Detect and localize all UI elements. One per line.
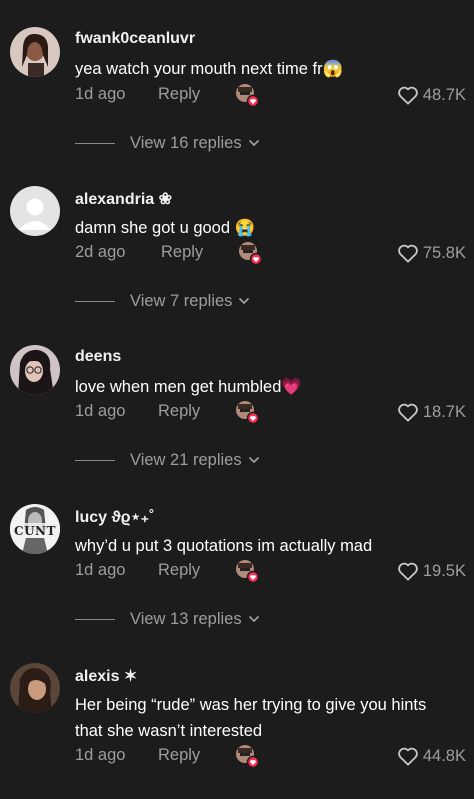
comment-username[interactable]: fwank0ceanluvr <box>75 30 195 48</box>
comment-meta: 1d ago Reply 44.8K <box>75 744 470 769</box>
like-button[interactable]: 18.7K <box>397 400 466 424</box>
creator-liked-badge-icon <box>235 83 260 108</box>
comment-meta: 1d ago Reply 19.5K <box>75 559 470 584</box>
like-button[interactable]: 19.5K <box>397 559 466 583</box>
reply-button[interactable]: Reply <box>158 402 200 421</box>
avatar-photo: CUNT <box>10 504 60 554</box>
comment-text: love when men get humbled💗 <box>75 378 302 396</box>
user-avatar[interactable] <box>10 663 60 713</box>
comment-username[interactable]: alexis ✶ <box>75 666 137 686</box>
divider-line <box>75 300 115 302</box>
chevron-down-icon <box>239 297 250 305</box>
comment-time: 1d ago <box>75 402 126 420</box>
comment-text: Her being “rude” was her trying to give … <box>75 696 427 740</box>
view-replies-label: View 13 replies <box>130 609 242 628</box>
like-count: 48.7K <box>422 85 466 104</box>
comment-meta: 2d ago Reply 75.8K <box>75 241 470 266</box>
comment-time: 1d ago <box>75 85 126 103</box>
like-count: 75.8K <box>422 243 466 262</box>
divider-line <box>75 142 115 144</box>
comment-time: 1d ago <box>75 746 126 764</box>
like-count: 18.7K <box>422 402 466 421</box>
like-button[interactable]: 44.8K <box>397 744 466 768</box>
divider-line <box>75 459 115 461</box>
heart-outline-icon <box>398 562 418 581</box>
chevron-down-icon <box>248 456 259 464</box>
like-count: 44.8K <box>422 746 466 765</box>
heart-outline-icon <box>398 244 418 263</box>
comment-text: why’d u put 3 quotations im actually mad <box>75 537 373 555</box>
comment-username[interactable]: alexandria ❀ <box>75 189 172 209</box>
comment-text: yea watch your mouth next time fr😱 <box>75 60 344 78</box>
heart-outline-icon <box>398 86 418 105</box>
reply-button[interactable]: Reply <box>158 85 200 104</box>
like-button[interactable]: 48.7K <box>397 83 466 107</box>
view-replies-button[interactable]: View 13 replies <box>75 608 260 630</box>
divider-line <box>75 618 115 620</box>
creator-liked-badge-icon <box>238 241 263 266</box>
comment-text: damn she got u good 😭 <box>75 219 256 237</box>
creator-liked-badge-icon <box>235 744 260 769</box>
view-replies-label: View 16 replies <box>130 133 242 152</box>
avatar-photo <box>10 663 60 713</box>
user-avatar[interactable] <box>10 345 60 395</box>
view-replies-button[interactable]: View 16 replies <box>75 132 260 154</box>
chevron-down-icon <box>248 139 259 147</box>
view-replies-button[interactable]: View 7 replies <box>75 290 250 312</box>
reply-button[interactable]: Reply <box>158 746 200 765</box>
avatar-text: CUNT <box>14 524 56 538</box>
comment-meta: 1d ago Reply 18.7K <box>75 400 470 425</box>
view-replies-label: View 21 replies <box>130 450 242 469</box>
reply-button[interactable]: Reply <box>161 243 203 262</box>
comment-time: 1d ago <box>75 561 126 579</box>
comment-meta: 1d ago Reply 48.7K <box>75 83 470 108</box>
user-avatar[interactable] <box>10 27 60 77</box>
heart-outline-icon <box>398 747 418 766</box>
avatar-photo <box>10 345 60 395</box>
like-button[interactable]: 75.8K <box>397 241 466 265</box>
creator-liked-badge-icon <box>235 559 260 584</box>
user-avatar[interactable]: CUNT <box>10 504 60 554</box>
view-replies-button[interactable]: View 21 replies <box>75 449 260 471</box>
view-replies-label: View 7 replies <box>130 291 233 310</box>
like-count: 19.5K <box>422 561 466 580</box>
comment-username[interactable]: lucy ϑϱ⋆₊˚ <box>75 507 154 527</box>
user-avatar[interactable] <box>10 186 60 236</box>
comment-username[interactable]: deens <box>75 348 121 366</box>
reply-button[interactable]: Reply <box>158 561 200 580</box>
creator-liked-badge-icon <box>235 400 260 425</box>
default-avatar-icon <box>10 186 60 236</box>
comment-time: 2d ago <box>75 243 126 261</box>
chevron-down-icon <box>248 615 259 623</box>
heart-outline-icon <box>398 403 418 422</box>
avatar-photo <box>10 27 60 77</box>
